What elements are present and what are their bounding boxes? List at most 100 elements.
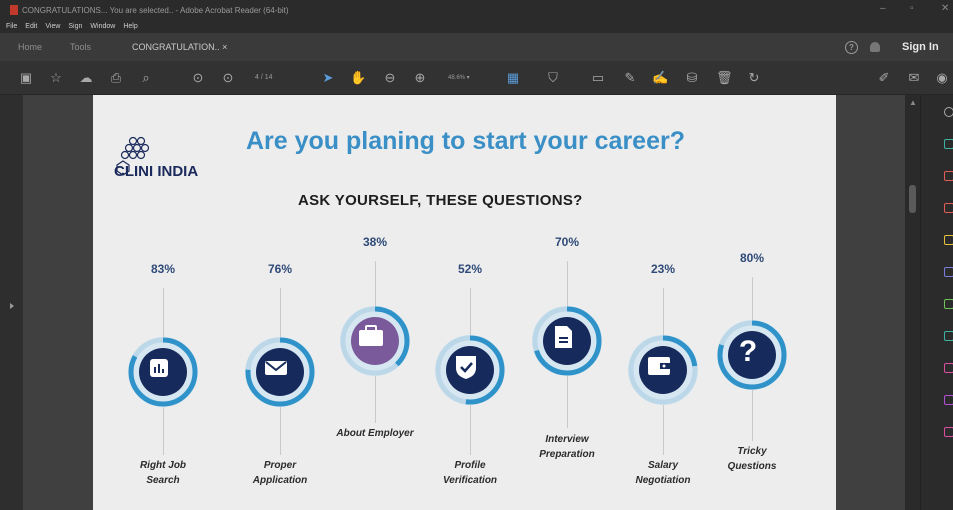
menu-edit[interactable]: Edit [25, 23, 37, 30]
svg-text:?: ? [739, 335, 757, 368]
save-icon[interactable]: ▣ [18, 70, 34, 86]
delete-icon[interactable]: 🗑 [716, 70, 733, 86]
sign-in-button[interactable]: Sign In [902, 41, 939, 53]
title-bar: CONGRATULATIONS... You are selected.. - … [0, 0, 953, 20]
tab-tools[interactable]: Tools [70, 33, 91, 61]
search-tools-icon[interactable] [944, 107, 953, 117]
zoom-in-icon[interactable]: ⊕ [412, 70, 428, 86]
connector-line-top [752, 277, 753, 320]
page-total-label: / 14 [260, 74, 273, 81]
connector-line-bottom [280, 407, 281, 455]
progress-ring [532, 306, 602, 376]
redact-icon[interactable] [944, 363, 953, 373]
next-page-icon[interactable]: ⊙ [220, 70, 236, 86]
combine-files-icon[interactable] [944, 267, 953, 277]
vertical-scrollbar[interactable]: ▲ [905, 95, 920, 510]
connector-line-top [567, 261, 568, 306]
rotate-icon[interactable]: ↻ [746, 70, 762, 86]
progress-ring [340, 306, 410, 376]
question-label: Proper Application [252, 460, 308, 486]
question-percent: 38% [362, 235, 388, 249]
envelope-icon [256, 348, 304, 396]
page-current-field[interactable]: 4 [255, 74, 259, 81]
hand-tool-icon[interactable]: ✋ [350, 70, 366, 86]
header-right-controls: ? Sign In [845, 33, 939, 61]
connector-line-bottom [470, 405, 471, 455]
connector-line-top [375, 261, 376, 306]
question-icon: ? [728, 331, 776, 379]
progress-ring [245, 337, 315, 407]
close-window-button[interactable]: ✕ [941, 3, 949, 14]
progress-ring [628, 335, 698, 405]
fill-sign-icon[interactable]: ✐ [876, 70, 892, 86]
maximize-button[interactable]: ▫ [910, 3, 914, 14]
briefcase-icon [351, 317, 399, 365]
connector-line-top [163, 288, 164, 337]
comment-icon[interactable]: ▭ [590, 70, 606, 86]
menu-window[interactable]: Window [90, 23, 115, 30]
zoom-level-dropdown[interactable]: 48.6% ▾ [448, 71, 498, 85]
question-percent: 83% [150, 262, 176, 276]
scroll-up-icon[interactable]: ▲ [909, 98, 917, 107]
acrobat-window: CONGRATULATIONS... You are selected.. - … [0, 0, 953, 510]
stamp-tool-icon[interactable]: ⛁ [684, 70, 700, 86]
question-label: About Employer [336, 428, 414, 439]
connector-line-top [470, 288, 471, 335]
create-pdf-icon[interactable] [944, 171, 953, 181]
zoom-out-icon[interactable]: ⊖ [382, 70, 398, 86]
connector-line-bottom [163, 407, 164, 455]
left-panel-collapsed [0, 95, 23, 510]
page-headline: Are you planing to start your career? [246, 127, 685, 155]
right-tools-pane [920, 95, 953, 510]
fit-page-icon[interactable]: ▦ [505, 70, 521, 86]
print-icon[interactable]: ⎙ [108, 70, 124, 86]
protect-icon[interactable] [944, 395, 953, 405]
shield-check-icon [446, 346, 494, 394]
help-icon[interactable]: ? [845, 40, 858, 54]
logo-text: CLINI INDIA [114, 163, 199, 180]
wallet-icon [639, 346, 687, 394]
previous-page-icon[interactable]: ⊙ [190, 70, 206, 86]
minimize-button[interactable]: – [880, 3, 886, 14]
connector-line-bottom [567, 376, 568, 428]
stamp-icon[interactable]: ⛉ [545, 70, 561, 86]
comment-tool-icon[interactable] [944, 235, 953, 245]
question-percent: 80% [739, 251, 765, 265]
fill-and-sign-icon[interactable] [944, 427, 953, 437]
window-title: CONGRATULATIONS... You are selected.. - … [22, 5, 289, 15]
page-navigator[interactable]: 4 / 14 [255, 71, 300, 85]
edit-pdf-icon[interactable] [944, 203, 953, 213]
account-icon[interactable]: ◉ [934, 70, 950, 86]
pdf-page: CLINI INDIA Are you planing to start you… [93, 95, 836, 510]
connector-line-bottom [752, 390, 753, 441]
compress-pdf-icon[interactable] [944, 331, 953, 341]
pdf-app-icon [10, 5, 18, 15]
menu-sign[interactable]: Sign [68, 23, 82, 30]
question-label: Tricky Questions [727, 446, 777, 472]
connector-line-bottom [375, 376, 376, 423]
select-tool-icon[interactable]: ➤ [320, 70, 336, 86]
question-percent: 52% [457, 262, 483, 276]
star-icon[interactable]: ☆ [48, 70, 64, 86]
question-label: Profile Verification [442, 460, 498, 486]
find-icon[interactable]: ⌕ [138, 70, 154, 86]
organize-pages-icon[interactable] [944, 299, 953, 309]
menu-help[interactable]: Help [123, 23, 137, 30]
menu-bar: File Edit View Sign Window Help [0, 20, 953, 33]
share-icon[interactable]: ☁ [78, 70, 94, 86]
bell-icon[interactable] [870, 42, 880, 52]
highlight-pen-icon[interactable]: ✎ [622, 70, 638, 86]
question-label: Right Job Search [139, 460, 187, 486]
tab-home[interactable]: Home [18, 33, 42, 61]
export-pdf-icon[interactable] [944, 139, 953, 149]
tab-bar: Home Tools CONGRATULATION.. × ? Sign In [0, 33, 953, 61]
menu-view[interactable]: View [45, 23, 60, 30]
tab-document[interactable]: CONGRATULATION.. × [122, 33, 242, 61]
chart-icon [139, 348, 187, 396]
connector-line-bottom [663, 405, 664, 455]
email-icon[interactable]: ✉ [906, 70, 922, 86]
scrollbar-thumb[interactable] [909, 185, 916, 213]
expand-left-panel-icon[interactable] [10, 303, 14, 309]
menu-file[interactable]: File [6, 23, 17, 30]
sign-icon[interactable]: ✍ [652, 70, 668, 86]
